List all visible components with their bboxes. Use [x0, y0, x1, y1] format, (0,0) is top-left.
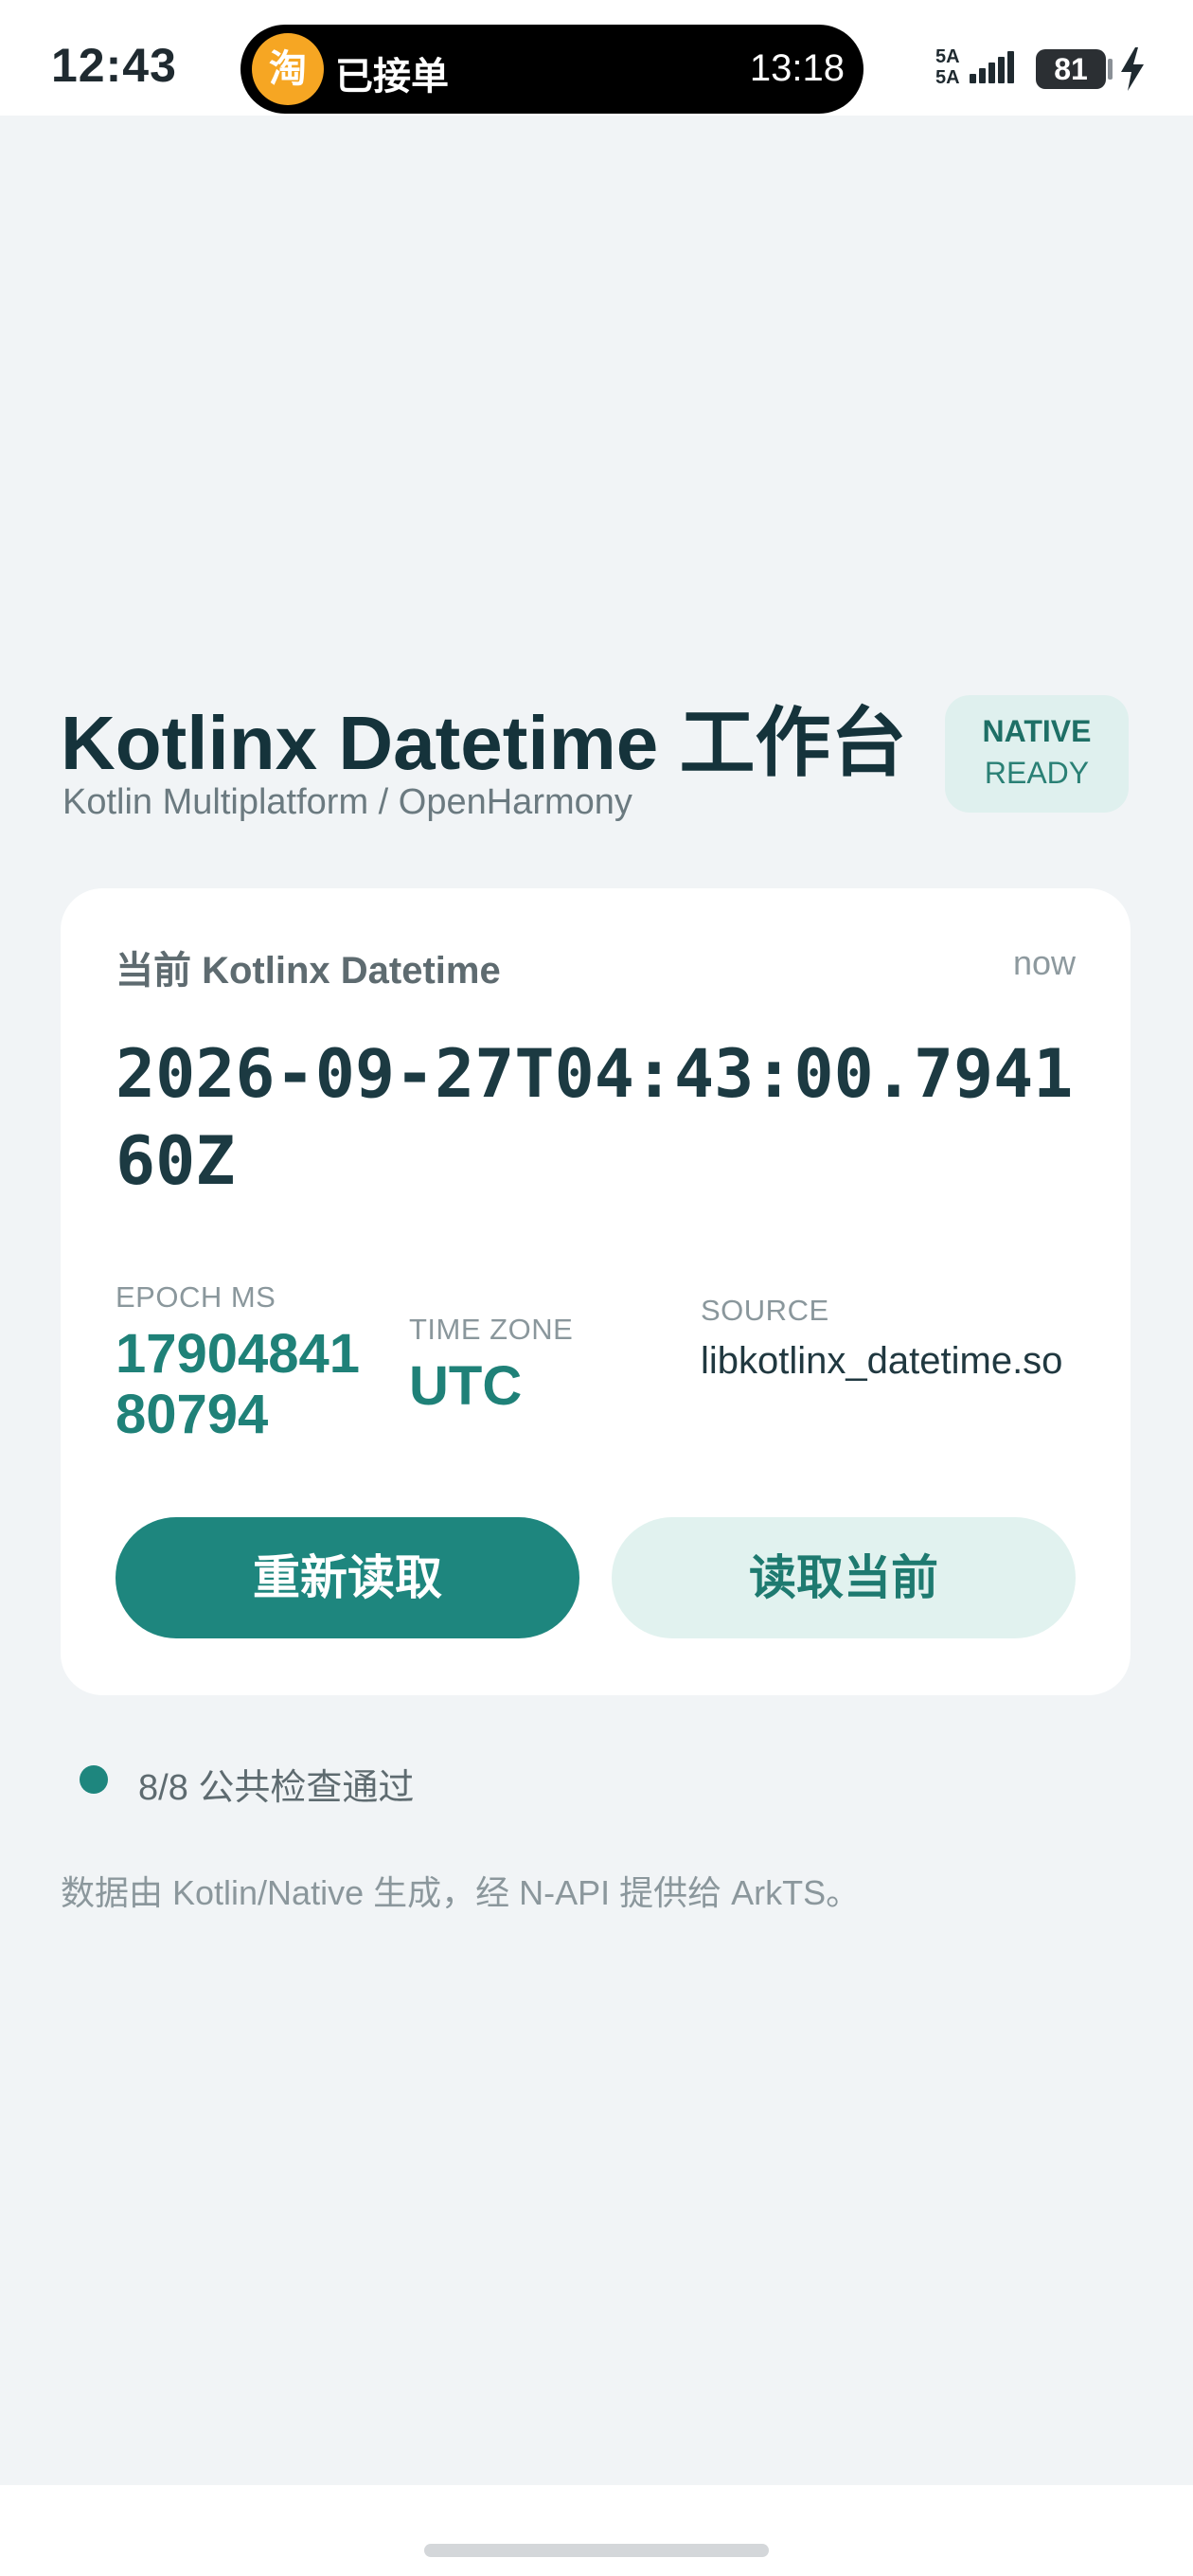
- epoch-label: EPOCH MS: [116, 1280, 276, 1314]
- navigation-bar: [0, 2485, 1193, 2576]
- home-indicator[interactable]: [424, 2544, 769, 2557]
- status-indicator-dot: [80, 1765, 108, 1794]
- badge-line2: READY: [984, 756, 1090, 790]
- page-title: Kotlinx Datetime 工作台: [61, 701, 907, 785]
- battery-icon: 81: [1036, 49, 1106, 89]
- datetime-card: 当前 Kotlinx Datetime now 2026-09-27T04:43…: [61, 888, 1131, 1695]
- footnote: 数据由 Kotlin/Native 生成，经 N-API 提供给 ArkTS。: [61, 1873, 861, 1912]
- epoch-value-line2: 80794: [116, 1384, 269, 1445]
- live-activity-text: 已接单: [335, 56, 449, 98]
- timezone-label: TIME ZONE: [409, 1313, 574, 1346]
- source-value: libkotlinx_datetime.so: [701, 1340, 1063, 1382]
- timezone-value: UTC: [409, 1355, 523, 1417]
- charging-bolt-icon: [1121, 47, 1144, 91]
- taobao-app-icon: 淘: [252, 33, 324, 105]
- reload-button[interactable]: 重新读取: [116, 1517, 579, 1638]
- epoch-value-line1: 17904841: [116, 1323, 361, 1385]
- live-activity-time: 13:18: [749, 47, 845, 89]
- source-label: SOURCE: [701, 1294, 829, 1327]
- page-subtitle: Kotlin Multiplatform / OpenHarmony: [62, 782, 632, 822]
- battery-tip: [1108, 59, 1113, 80]
- card-title: 当前 Kotlinx Datetime: [116, 950, 501, 992]
- badge-line1: NATIVE: [982, 714, 1092, 748]
- native-ready-badge: NATIVE READY: [945, 695, 1129, 813]
- signal-strength-icon: 5A 5A: [935, 47, 1023, 91]
- read-current-button[interactable]: 读取当前: [612, 1517, 1076, 1638]
- live-activity-island[interactable]: 淘 已接单 13:18: [240, 25, 864, 114]
- network-type-label: 5A: [935, 67, 960, 88]
- iso-datetime-value: 2026-09-27T04:43:00.794160Z: [116, 1035, 1074, 1200]
- network-type-label: 5A: [935, 46, 960, 67]
- card-tag: now: [1012, 943, 1076, 982]
- status-bar: 12:43 淘 已接单 13:18 5A 5A 81: [0, 0, 1193, 116]
- status-bar-time: 12:43: [51, 39, 177, 92]
- checks-status-text: 8/8 公共检查通过: [138, 1768, 415, 1808]
